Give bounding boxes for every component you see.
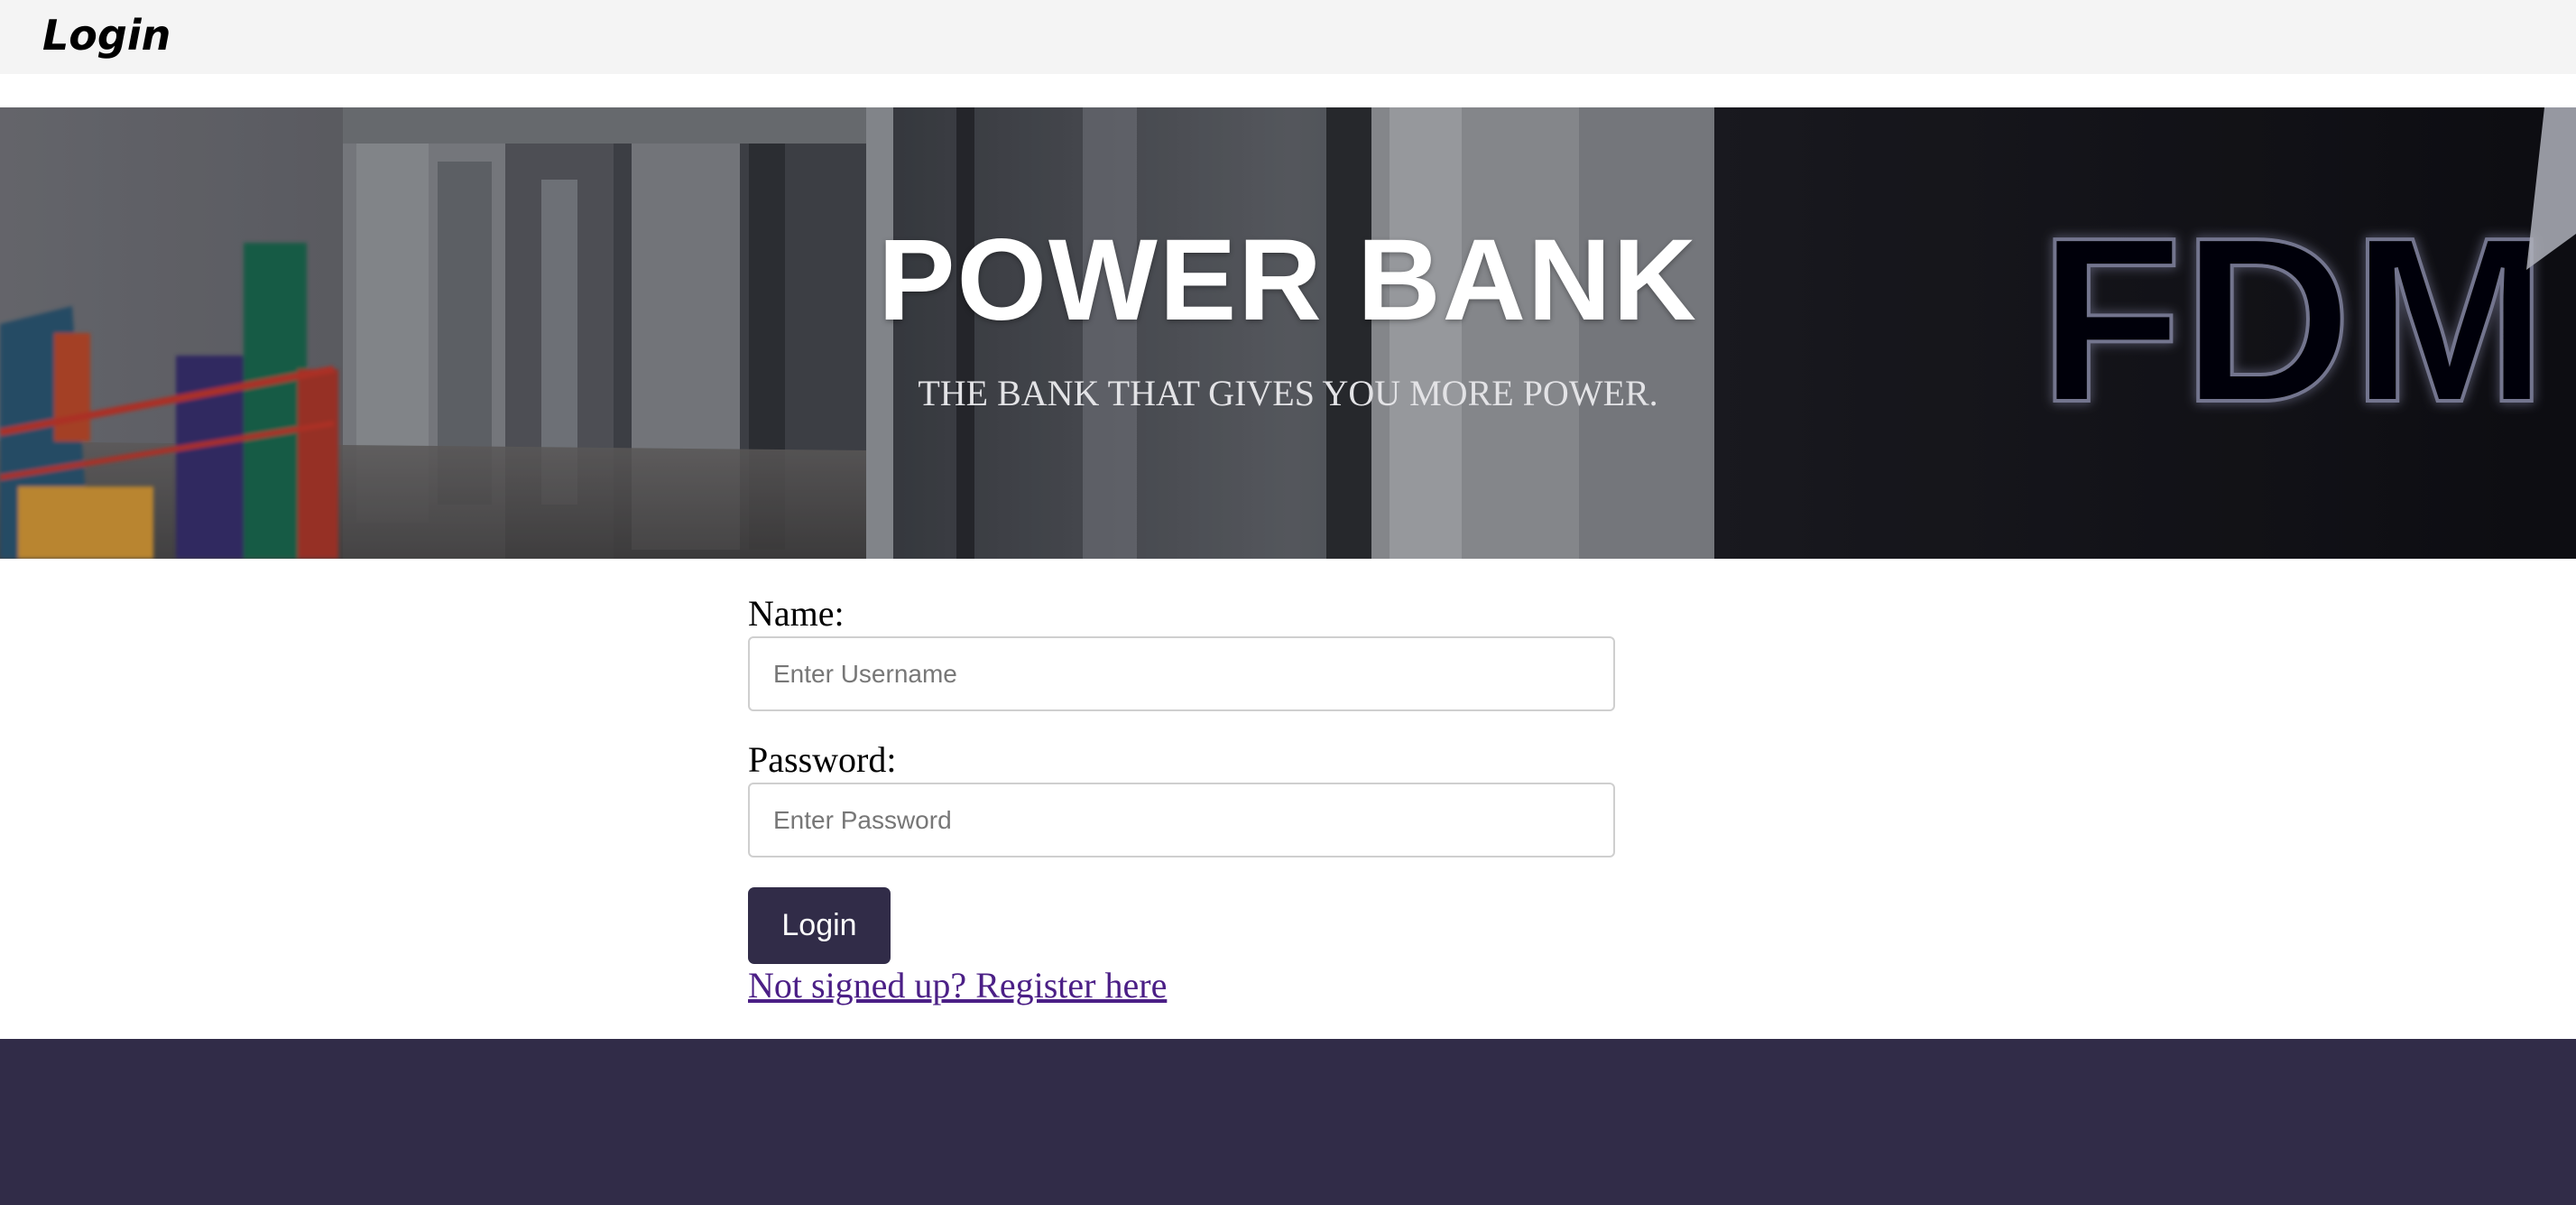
login-button[interactable]: Login [748, 887, 891, 964]
name-label: Name: [748, 593, 845, 634]
page-title: Login [42, 11, 171, 60]
hero-banner: FDM POWER BANK THE BANK THAT GIVES YOU M… [0, 107, 2576, 559]
username-input[interactable] [748, 636, 1615, 711]
hero-subtitle: THE BANK THAT GIVES YOU MORE POWER. [918, 373, 1658, 413]
login-form: Name: Password: Login Not signed up? Reg… [748, 591, 1615, 1007]
hero-title: POWER BANK [878, 216, 1698, 345]
top-header: Login [0, 0, 2576, 74]
register-link[interactable]: Not signed up? Register here [748, 964, 1167, 1007]
page-footer [0, 1039, 2576, 1205]
password-input[interactable] [748, 783, 1615, 857]
password-label: Password: [748, 739, 897, 780]
